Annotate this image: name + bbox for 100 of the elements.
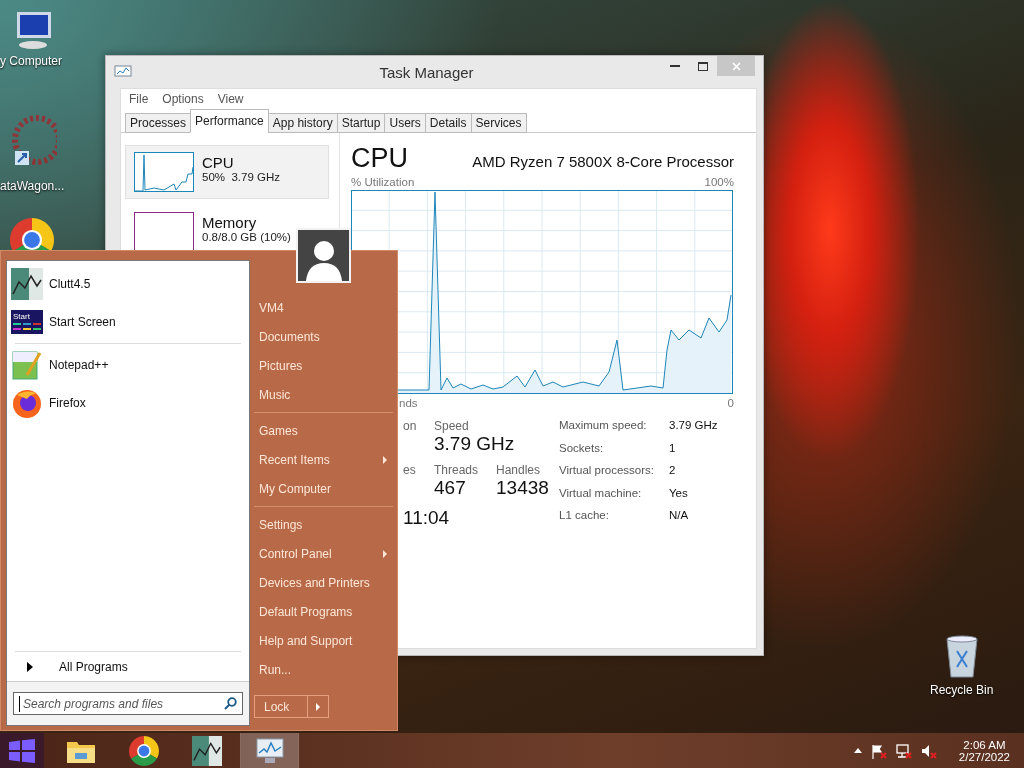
sidebar-item-detail: 50% 3.79 GHz — [202, 171, 280, 183]
stat-label: Handles — [496, 463, 542, 477]
tab[interactable]: Performance — [190, 109, 269, 133]
axis-label: % Utilization — [351, 176, 415, 188]
search-icon — [224, 697, 237, 710]
caret-icon — [316, 702, 320, 711]
program-item[interactable]: Notepad++ — [7, 346, 249, 384]
chrome-icon — [128, 735, 159, 766]
maximize-icon — [698, 61, 708, 71]
link-label: Devices and Printers — [259, 575, 370, 590]
property-label: Maximum speed: — [559, 419, 648, 433]
stat-value: 467 — [434, 477, 467, 499]
link-label: Control Panel — [259, 546, 332, 561]
stat-value: 11:04 — [403, 507, 451, 529]
sidebar-item[interactable]: CPU 50% 3.79 GHz — [125, 145, 329, 199]
lock-options-button[interactable] — [308, 695, 329, 718]
search-field[interactable]: Search programs and files — [13, 692, 243, 715]
program-label: Clutt4.5 — [49, 277, 91, 291]
link-label: Pictures — [259, 358, 303, 373]
all-programs-label: All Programs — [59, 659, 128, 674]
submenu-arrow-icon — [383, 455, 387, 464]
property-value: 1 — [669, 441, 677, 456]
program-item[interactable]: Start Start Screen — [7, 303, 249, 341]
window-title: Task Manager — [378, 63, 475, 81]
stat-value: 3.79 GHz — [434, 433, 515, 455]
link-label: Default Programs — [259, 604, 353, 619]
link-label: Settings — [259, 517, 303, 532]
program-label: Notepad++ — [49, 358, 109, 372]
axis-label: 100% — [704, 176, 734, 188]
desktop-icon-label: y Computer — [0, 54, 63, 68]
stat-label: Speed — [434, 419, 470, 433]
submenu-arrow-icon — [383, 549, 387, 558]
program-label: Firefox — [49, 396, 86, 410]
mini-graph — [134, 152, 194, 192]
menu-item[interactable]: Options — [162, 92, 204, 109]
clock[interactable]: 2:06 AM 2/27/2022 — [958, 738, 1010, 763]
link-label: Documents — [259, 329, 320, 344]
link-label: Help and Support — [259, 633, 353, 648]
start-button[interactable] — [0, 733, 44, 768]
menu-item[interactable]: View — [217, 92, 244, 109]
program-item[interactable]: Clutt4.5 — [7, 265, 249, 303]
program-label: Start Screen — [49, 315, 116, 329]
property-value: N/A — [669, 509, 690, 524]
up-arrow-icon — [853, 748, 862, 753]
link-label: Music — [259, 387, 291, 402]
property-label: Virtual machine: — [559, 486, 643, 501]
taskbar-app-button[interactable] — [241, 733, 298, 768]
flag-icon — [869, 742, 887, 759]
network-icon — [894, 742, 912, 759]
desktop-icon-label: ataWagon... — [0, 179, 65, 193]
network-button[interactable] — [894, 742, 912, 759]
stat-label: on — [403, 419, 418, 433]
sidebar-item[interactable]: Memory 0.8/8.0 GB (10%) — [125, 205, 329, 259]
chart-icon — [191, 735, 222, 766]
sidebar-item-name: CPU — [202, 154, 235, 171]
axis-label: nds — [399, 397, 418, 409]
stat-label: Threads — [434, 463, 480, 477]
windows-logo-icon — [8, 738, 36, 763]
user-avatar[interactable] — [296, 228, 351, 283]
up-arrow-button[interactable] — [853, 748, 862, 753]
tab[interactable]: Details — [424, 113, 472, 133]
clock-time: 2:06 AM — [963, 738, 1006, 751]
start-screen-icon: Start — [11, 310, 43, 334]
clock-date: 2/27/2022 — [958, 750, 1010, 763]
mini-graph — [134, 212, 194, 252]
tab[interactable]: Processes — [125, 113, 192, 133]
tab[interactable]: Startup — [336, 113, 386, 133]
axis-label: 0 — [727, 397, 734, 409]
triangle-icon — [27, 661, 33, 672]
sidebar-item-detail: 0.8/8.0 GB (10%) — [202, 231, 291, 243]
link-label: VM4 — [259, 300, 284, 315]
notepad-icon — [11, 349, 43, 381]
property-label: Virtual processors: — [559, 464, 656, 479]
minimize-icon — [670, 65, 680, 67]
monitor-icon — [114, 65, 132, 79]
firefox-icon — [11, 387, 43, 419]
link-label: My Computer — [259, 481, 332, 496]
sidebar-item-name: Memory — [202, 214, 258, 231]
tab[interactable]: App history — [267, 113, 338, 133]
property-label: Sockets: — [559, 441, 605, 456]
property-value: Yes — [669, 486, 689, 501]
stat-value: 13438 — [496, 477, 550, 499]
section-heading: CPU — [351, 143, 408, 174]
property-label: L1 cache: — [559, 509, 610, 524]
property-value: 3.79 GHz — [669, 419, 718, 433]
menu-item[interactable]: File — [129, 92, 149, 109]
program-item[interactable]: Firefox — [7, 384, 249, 422]
chart-icon — [11, 268, 43, 300]
tab[interactable]: Services — [470, 113, 527, 133]
link-label: Games — [259, 423, 298, 438]
link-label: Run... — [259, 662, 291, 677]
close-icon — [731, 61, 741, 71]
property-value: 2 — [669, 464, 677, 479]
processor-name: AMD Ryzen 7 5800X 8-Core Processor — [472, 153, 734, 170]
flag-button[interactable] — [869, 742, 887, 759]
desktop-icon-label: Recycle Bin — [930, 683, 994, 697]
tab[interactable]: Users — [384, 113, 426, 133]
stat-label: es — [403, 463, 417, 477]
monitor-icon — [254, 736, 285, 765]
link-label: Recent Items — [259, 452, 330, 467]
